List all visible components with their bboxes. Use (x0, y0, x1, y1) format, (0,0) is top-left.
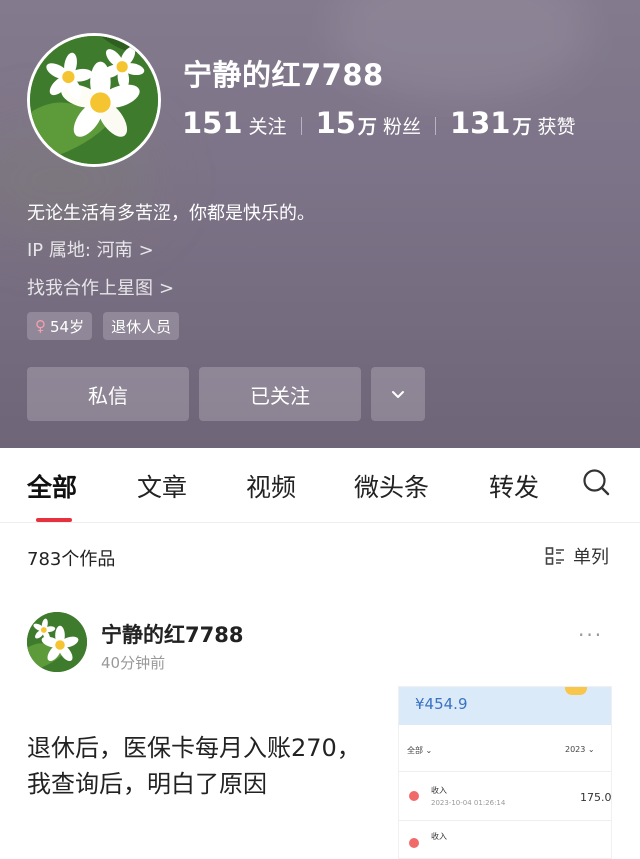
list-view-icon (545, 547, 564, 565)
message-button[interactable]: 私信 (27, 367, 189, 421)
more-options-button[interactable] (371, 367, 425, 421)
ip-location-text: IP 属地: 河南 (27, 240, 133, 261)
post-timestamp: 40分钟前 (101, 654, 166, 672)
stat-divider (300, 117, 302, 135)
avatar[interactable] (27, 33, 161, 167)
stat-number: 131 (449, 106, 511, 140)
view-mode-toggle[interactable]: 单列 (545, 543, 609, 569)
cooperation-link[interactable]: 找我合作上星图 > (27, 274, 174, 300)
avatar-image (30, 36, 158, 164)
stat-unit: 万 (357, 116, 377, 138)
view-mode-label: 单列 (573, 547, 609, 568)
thumbnail-divider (399, 771, 611, 772)
tab-videos[interactable]: 视频 (246, 468, 296, 504)
tab-reposts[interactable]: 转发 (489, 468, 539, 504)
chevron-right-icon: > (159, 278, 175, 299)
ip-location[interactable]: IP 属地: 河南 > (27, 236, 154, 262)
profile-header: 宁静的红7788 151 关注 15 万 粉丝 131 万 获赞 无论生活有多苦… (0, 0, 640, 448)
thumbnail-row-date: 2023-10-04 01:26:14 (431, 799, 506, 807)
thumbnail-divider (399, 820, 611, 821)
post-author-name[interactable]: 宁静的红7788 (101, 619, 243, 649)
stat-followers[interactable]: 15 万 粉丝 (316, 106, 421, 140)
chevron-down-icon (392, 391, 404, 398)
tab-articles[interactable]: 文章 (137, 468, 187, 504)
post-author-avatar[interactable] (27, 612, 87, 672)
content-tabs: 全部 文章 视频 微头条 转发 (0, 448, 640, 522)
tab-micro-headlines[interactable]: 微头条 (354, 468, 429, 504)
age-tag: ♀ 54岁 (27, 312, 93, 340)
chevron-right-icon: > (138, 240, 154, 261)
following-button[interactable]: 已关注 (199, 367, 361, 421)
stat-unit: 万 (512, 116, 532, 138)
profile-tags: ♀ 54岁 退休人员 (27, 312, 180, 340)
thumbnail-filter: 2023 ⌄ (565, 745, 595, 754)
stat-likes[interactable]: 131 万 获赞 (450, 106, 576, 140)
female-icon: ♀ (35, 317, 46, 335)
stat-label: 关注 (248, 116, 287, 138)
thumbnail-row-title: 收入 (431, 786, 447, 795)
thumbnail-row-icon (409, 791, 419, 801)
thumbnail-amount: ¥454.9 (415, 695, 468, 713)
thumbnail-row-icon (409, 838, 419, 848)
stat-label: 粉丝 (382, 116, 421, 138)
post-thumbnail[interactable]: ¥454.9 全部 ⌄ 2023 ⌄ 收入 2023-10-04 01:26:1… (398, 686, 612, 859)
stat-number: 151 (182, 106, 243, 140)
avatar-image (27, 612, 87, 672)
works-count: 783个作品 (27, 549, 116, 570)
stat-label: 获赞 (537, 116, 576, 138)
stat-divider (434, 117, 436, 135)
divider (0, 522, 640, 523)
more-dots-icon[interactable]: ··· (578, 623, 603, 647)
post-title[interactable]: 退休后，医保卡每月入账270，我查询后，明白了原因 (27, 730, 377, 802)
profile-stats: 151 关注 15 万 粉丝 131 万 获赞 (182, 106, 576, 146)
occupation-tag: 退休人员 (103, 312, 180, 340)
thumbnail-row-amount: 175.08 (580, 791, 612, 804)
tab-all[interactable]: 全部 (27, 468, 77, 504)
thumbnail-row-title: 收入 (431, 832, 447, 841)
age-text: 54岁 (50, 317, 85, 336)
profile-bio: 无论生活有多苦涩，你都是快乐的。 (27, 203, 315, 224)
username: 宁静的红7788 (183, 58, 384, 92)
stat-following[interactable]: 151 关注 (182, 106, 287, 140)
stat-number: 15 (315, 106, 356, 140)
thumbnail-filter: 全部 ⌄ (407, 746, 433, 755)
cooperation-text: 找我合作上星图 (27, 278, 153, 299)
thumbnail-badge (565, 687, 587, 695)
search-icon[interactable] (581, 467, 611, 497)
